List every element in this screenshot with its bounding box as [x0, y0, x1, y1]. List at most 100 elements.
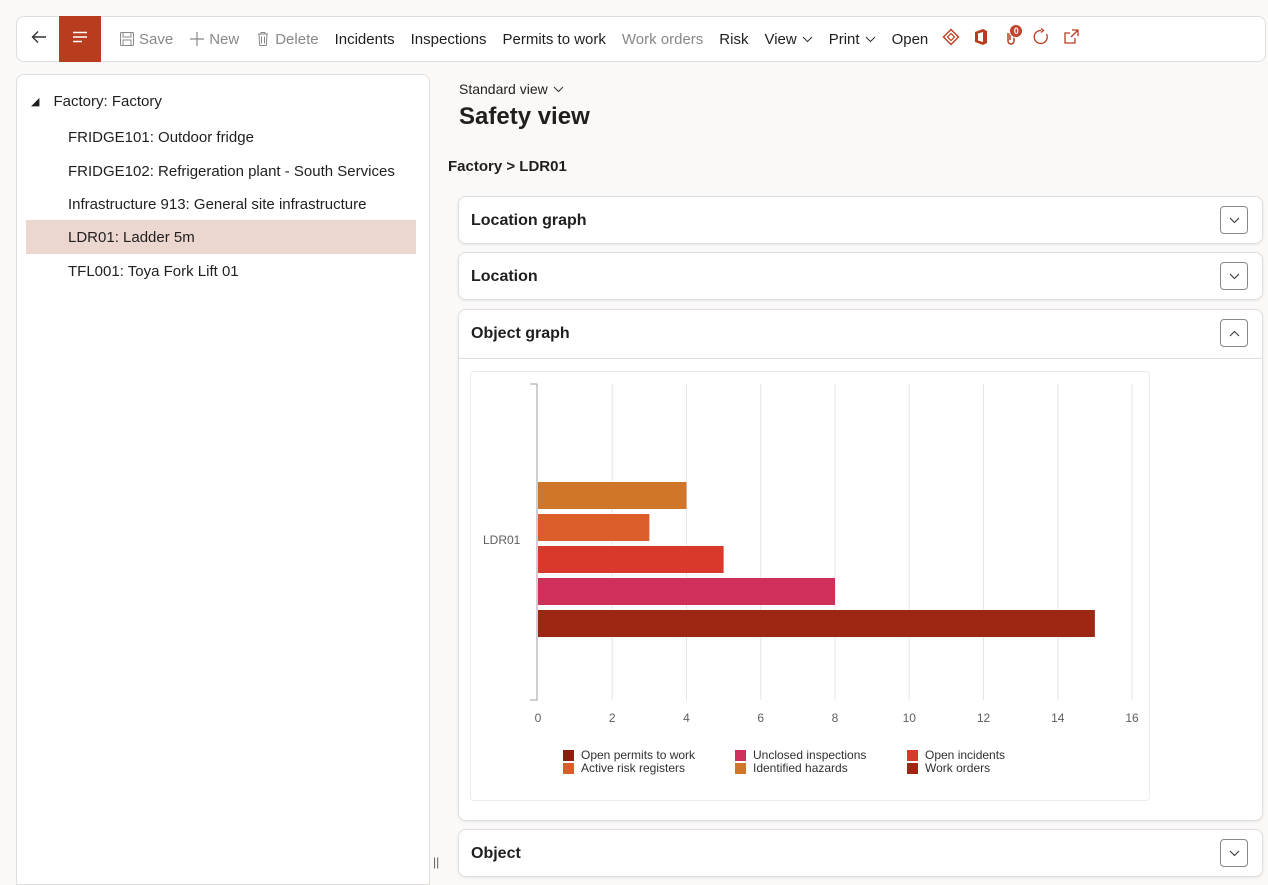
view-selector-label: Standard view — [459, 81, 548, 97]
collapse-object-graph-button[interactable] — [1220, 319, 1248, 347]
view-label: View — [764, 30, 797, 48]
delete-button[interactable]: Delete — [247, 24, 326, 54]
save-icon — [119, 31, 135, 47]
print-label: Print — [828, 30, 860, 48]
open-new-window-button[interactable] — [1056, 24, 1086, 54]
tree-item-label: LDR01: Ladder 5m — [68, 228, 195, 246]
bar-active-risk-registers[interactable] — [538, 514, 650, 541]
x-tick-label: 16 — [1125, 711, 1139, 725]
y-axis-bracket — [530, 383, 538, 701]
office-button[interactable] — [966, 24, 996, 54]
nav-menu-button[interactable] — [59, 16, 101, 62]
tree-item-fridge102[interactable]: FRIDGE102: Refrigeration plant - South S… — [26, 154, 416, 188]
refresh-button[interactable] — [1026, 24, 1056, 54]
pane-splitter-handle[interactable]: || — [433, 855, 439, 871]
chart-legend: Open permits to work Unclosed inspections… — [563, 749, 1047, 775]
tree-root-node[interactable]: ◢ Factory: Factory — [31, 93, 162, 110]
tree-item-ldr01[interactable]: LDR01: Ladder 5m — [26, 220, 416, 254]
chevron-down-icon — [802, 36, 813, 43]
plus-icon — [189, 31, 205, 47]
trash-icon — [255, 31, 271, 47]
tree-item-fridge101[interactable]: FRIDGE101: Outdoor fridge — [26, 120, 416, 154]
chart-canvas: LDR01 0 2 4 6 8 10 12 14 16 — [483, 383, 1139, 725]
back-arrow-icon — [30, 28, 48, 51]
action-pane: Save New Delete Incidents Inspections Pe… — [16, 16, 1266, 62]
open-button[interactable]: Open — [884, 24, 937, 54]
new-label: New — [209, 30, 240, 48]
legend-swatch — [907, 750, 918, 761]
bar-work-orders[interactable] — [538, 610, 1095, 637]
x-tick-label: 8 — [832, 711, 839, 725]
tree-item-label: FRIDGE102: Refrigeration plant - South S… — [68, 162, 395, 180]
chevron-down-icon — [1229, 211, 1240, 229]
page-title: Safety view — [459, 103, 590, 130]
power-apps-icon — [942, 28, 960, 51]
collapse-triangle-icon[interactable]: ◢ — [31, 95, 39, 108]
object-section: Object — [458, 829, 1263, 877]
view-menu-button[interactable]: View — [756, 24, 820, 54]
expand-location-graph-button[interactable] — [1220, 206, 1248, 234]
location-graph-header[interactable]: Location graph — [459, 197, 1262, 245]
refresh-icon — [1032, 27, 1050, 51]
location-graph-section: Location graph — [458, 196, 1263, 244]
legend-label: Active risk registers — [581, 761, 686, 775]
chevron-down-icon — [1229, 267, 1240, 285]
location-header[interactable]: Location — [459, 253, 1262, 301]
risk-button[interactable]: Risk — [711, 24, 756, 54]
hamburger-icon — [72, 30, 88, 49]
category-label: LDR01 — [483, 533, 521, 547]
new-button[interactable]: New — [181, 24, 247, 54]
chevron-down-icon — [553, 86, 564, 93]
work-orders-button[interactable]: Work orders — [614, 24, 711, 54]
x-tick-label: 0 — [535, 711, 542, 725]
location-section: Location — [458, 252, 1263, 300]
permits-to-work-button[interactable]: Permits to work — [495, 24, 614, 54]
legend-swatch — [907, 763, 918, 774]
breadcrumb: Factory > LDR01 — [448, 158, 567, 175]
view-selector[interactable]: Standard view — [459, 81, 564, 97]
tree-root-label: Factory: Factory — [53, 93, 162, 110]
object-bar-chart: LDR01 0 2 4 6 8 10 12 14 16 Open permits to work… — [470, 371, 1150, 801]
notifications-button[interactable]: 0 — [996, 24, 1026, 54]
power-apps-button[interactable] — [936, 24, 966, 54]
save-button[interactable]: Save — [111, 24, 181, 54]
object-graph-section: Object graph LDR01 0 2 4 6 8 10 12 14 16 Open pe… — [458, 309, 1263, 821]
tree-item-label: FRIDGE101: Outdoor fridge — [68, 128, 254, 146]
expand-location-button[interactable] — [1220, 262, 1248, 290]
object-graph-header[interactable]: Object graph — [459, 310, 1262, 358]
legend-label: Identified hazards — [753, 761, 848, 775]
x-tick-label: 10 — [903, 711, 917, 725]
print-menu-button[interactable]: Print — [821, 24, 884, 54]
tree-item-tfl001[interactable]: TFL001: Toya Fork Lift 01 — [26, 254, 416, 288]
legend-item[interactable]: Identified hazards — [735, 762, 907, 775]
tree-item-infrastructure-913[interactable]: Infrastructure 913: General site infrast… — [26, 187, 416, 221]
bar-identified-hazards[interactable] — [538, 482, 687, 509]
x-tick-label: 4 — [683, 711, 690, 725]
chevron-down-icon — [865, 36, 876, 43]
object-header[interactable]: Object — [459, 830, 1262, 878]
x-tick-label: 2 — [609, 711, 616, 725]
legend-swatch — [563, 750, 574, 761]
bar-unclosed-inspections[interactable] — [538, 578, 835, 605]
bar-open-incidents[interactable] — [538, 546, 724, 573]
tree-item-label: TFL001: Toya Fork Lift 01 — [68, 262, 239, 280]
incidents-button[interactable]: Incidents — [327, 24, 403, 54]
legend-label: Work orders — [925, 761, 991, 775]
back-button[interactable] — [25, 25, 53, 53]
legend-swatch — [735, 763, 746, 774]
chevron-up-icon — [1229, 324, 1240, 342]
notification-count-badge: 0 — [1009, 24, 1024, 38]
chevron-down-icon — [1229, 844, 1240, 862]
pop-out-icon — [1062, 28, 1080, 51]
location-tree-panel: ◢ Factory: Factory FRIDGE101: Outdoor fr… — [16, 74, 430, 885]
legend-item[interactable]: Work orders — [907, 762, 1047, 775]
tree-item-label: Infrastructure 913: General site infrast… — [68, 195, 367, 213]
inspections-button[interactable]: Inspections — [403, 24, 495, 54]
section-divider — [459, 358, 1262, 359]
x-tick-label: 12 — [977, 711, 991, 725]
office-icon — [973, 28, 989, 51]
legend-swatch — [563, 763, 574, 774]
legend-item[interactable]: Active risk registers — [563, 762, 735, 775]
legend-swatch — [735, 750, 746, 761]
expand-object-button[interactable] — [1220, 839, 1248, 867]
